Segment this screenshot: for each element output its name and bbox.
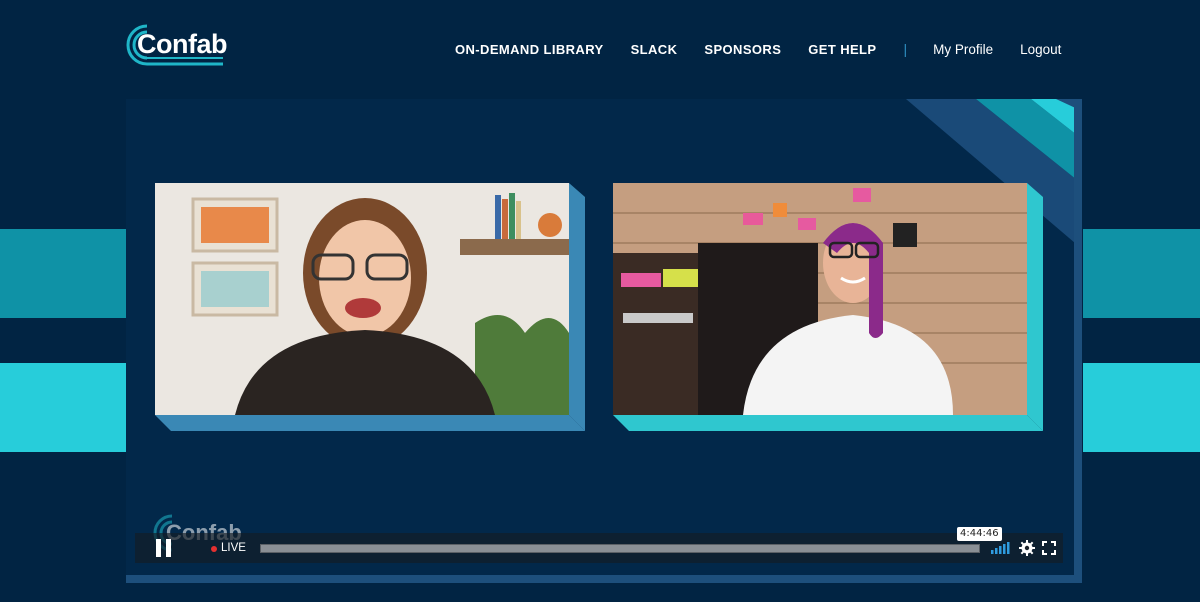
nav-slack[interactable]: SLACK xyxy=(631,42,678,57)
stage-edge-bottom xyxy=(126,575,1082,583)
nav-on-demand-library[interactable]: ON-DEMAND LIBRARY xyxy=(455,42,604,57)
main-nav: ON-DEMAND LIBRARY SLACK SPONSORS GET HEL… xyxy=(455,38,1061,60)
nav-get-help[interactable]: GET HELP xyxy=(808,42,876,57)
progress-bar[interactable] xyxy=(260,544,980,553)
confab-logo[interactable]: Confab xyxy=(125,22,229,68)
signal-icon[interactable] xyxy=(991,542,1011,554)
speaker-left-image xyxy=(155,183,569,415)
right-stripe-dark xyxy=(1083,229,1200,318)
nav-logout[interactable]: Logout xyxy=(1020,42,1061,57)
left-stripe-light xyxy=(0,363,126,452)
nav-separator: | xyxy=(903,41,908,57)
video-player-controls: LIVE 4:44:46 xyxy=(135,527,1063,563)
time-tooltip: 4:44:46 xyxy=(957,527,1002,541)
speaker-right-image xyxy=(613,183,1027,415)
logo-text: Confab xyxy=(137,29,227,59)
live-dot-icon xyxy=(211,546,217,552)
nav-my-profile[interactable]: My Profile xyxy=(933,42,993,57)
pause-icon xyxy=(156,539,161,557)
live-label: LIVE xyxy=(221,542,246,554)
speaker-video-left xyxy=(155,183,569,415)
nav-sponsors[interactable]: SPONSORS xyxy=(704,42,781,57)
stage-edge-right xyxy=(1074,99,1082,583)
fullscreen-icon[interactable] xyxy=(1042,541,1056,555)
gear-icon[interactable] xyxy=(1019,540,1035,556)
pause-icon-bar xyxy=(166,539,171,557)
speaker-video-right xyxy=(613,183,1027,415)
pause-button[interactable] xyxy=(155,539,173,557)
right-stripe-light xyxy=(1083,363,1200,452)
left-stripe-dark xyxy=(0,229,126,318)
